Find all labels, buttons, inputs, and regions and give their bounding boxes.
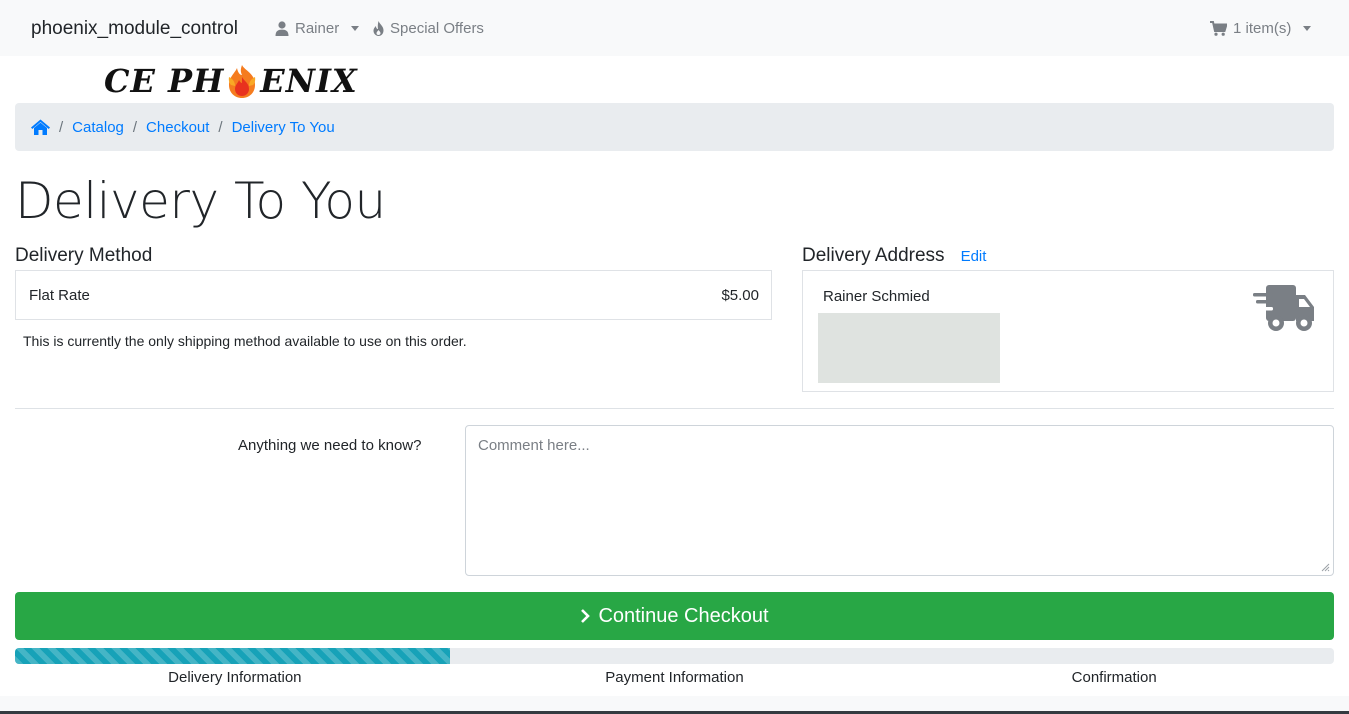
resize-grip-icon[interactable] [1320,562,1330,572]
comment-label: Anything we need to know? [238,437,422,454]
delivery-address-header: Delivery Address Edit [802,245,986,267]
cart-icon [1210,21,1227,36]
shipping-method-price: $5.00 [721,286,759,304]
delivery-address-card: Rainer Schmied [802,270,1334,392]
step-confirmation: Confirmation [1071,669,1157,686]
continue-checkout-button[interactable]: Continue Checkout [15,592,1334,640]
store-logo[interactable]: CE PH ENIX [104,60,358,102]
user-icon [275,21,289,36]
caret-down-icon [351,26,360,31]
cart-count: 1 item(s) [1233,20,1292,37]
breadcrumb: / Catalog / Checkout / Delivery To You [15,103,1334,151]
breadcrumb-delivery[interactable]: Delivery To You [232,119,335,136]
breadcrumb-separator: / [218,118,223,136]
shipping-method-note: This is currently the only shipping meth… [23,333,467,349]
comment-textarea[interactable] [465,425,1334,576]
address-redacted-block [818,313,1000,383]
phoenix-flame-icon [229,65,256,98]
brand-link[interactable]: phoenix_module_control [31,18,238,40]
special-offers-link[interactable]: Special Offers [373,20,484,37]
cart-dropdown[interactable]: 1 item(s) [1210,20,1312,37]
logo-text-right: ENIX [260,62,358,100]
breadcrumb-checkout[interactable]: Checkout [146,119,209,136]
step-payment-information: Payment Information [605,669,744,686]
shipping-fast-icon [1253,285,1314,331]
delivery-method-title: Delivery Method [15,245,153,266]
logo-text-left: CE PH [104,62,225,100]
delivery-address-title: Delivery Address [802,245,945,266]
navbar: phoenix_module_control Rainer Special Of… [0,0,1349,56]
checkout-progress-bar [15,648,451,664]
edit-address-link[interactable]: Edit [961,248,987,265]
breadcrumb-catalog[interactable]: Catalog [72,119,124,136]
breadcrumb-separator: / [132,118,138,136]
checkout-progress [15,648,1334,664]
checkout-steps: Delivery Information Payment Information… [15,664,1334,696]
address-name: Rainer Schmied [823,288,930,305]
shipping-method-name: Flat Rate [29,286,90,304]
home-icon[interactable] [31,119,50,135]
divider [15,408,1334,409]
fire-icon [373,21,384,36]
shipping-method-option[interactable]: Flat Rate $5.00 [15,270,772,320]
user-dropdown[interactable]: Rainer [275,20,360,37]
breadcrumb-separator: / [59,118,64,136]
step-delivery-information: Delivery Information [168,669,302,686]
continue-checkout-label: Continue Checkout [598,604,769,627]
logo-wordmark: CE PH ENIX [104,62,358,100]
page-title: Delivery To You [15,172,386,230]
caret-down-icon [1303,26,1312,31]
special-offers-label: Special Offers [390,20,484,37]
user-name: Rainer [295,20,340,37]
chevron-right-icon [581,609,591,623]
